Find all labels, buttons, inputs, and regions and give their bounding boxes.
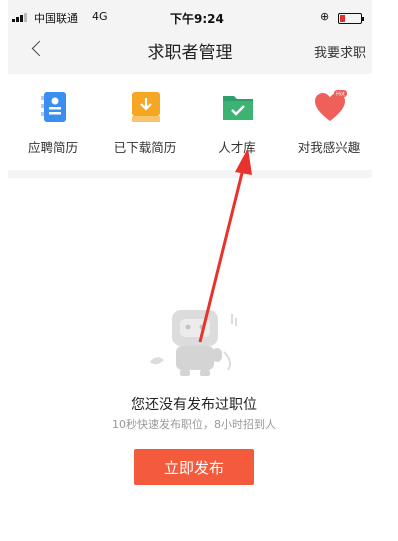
empty-state-subtitle: 10秒快速发布职位，8小时招到人	[112, 418, 276, 431]
category-label: 人才库	[218, 140, 256, 155]
empty-robot-illustration	[150, 310, 237, 376]
category-label: 应聘简历	[27, 140, 78, 155]
category-label: 已下载简历	[113, 140, 177, 155]
category-label: 对我感兴趣	[297, 140, 361, 155]
heart-icon: Hot	[315, 90, 347, 121]
download-icon	[132, 92, 160, 122]
category-applied-resumes[interactable]: 应聘简历	[8, 82, 98, 166]
category-downloaded-resumes[interactable]: 已下载简历	[100, 82, 190, 166]
orientation-lock-icon: ⊕	[320, 10, 330, 23]
hot-badge: Hot	[336, 92, 345, 98]
carrier-name: 中国联通	[34, 12, 78, 25]
network-type: 4G	[92, 10, 108, 23]
section-divider	[8, 170, 372, 178]
signal-icon	[12, 13, 32, 22]
resume-icon	[41, 92, 66, 122]
category-row: 应聘简历 已下载简历 人才库 Hot 对我感兴趣	[8, 82, 372, 166]
talent-folder-icon	[223, 96, 253, 120]
status-time: 下午9:24	[170, 12, 224, 26]
category-talent-pool[interactable]: 人才库	[192, 82, 282, 166]
publish-job-button[interactable]: 立即发布	[134, 449, 254, 485]
battery-icon	[338, 13, 364, 24]
job-seek-link[interactable]: 我要求职	[314, 42, 366, 61]
status-bar: 中国联通 4G 下午9:24 ⊕	[8, 6, 372, 28]
empty-state-title: 您还没有发布过职位	[131, 397, 257, 413]
nav-bar: 求职者管理 我要求职	[8, 30, 372, 70]
category-interested-in-me[interactable]: Hot 对我感兴趣	[284, 82, 374, 166]
